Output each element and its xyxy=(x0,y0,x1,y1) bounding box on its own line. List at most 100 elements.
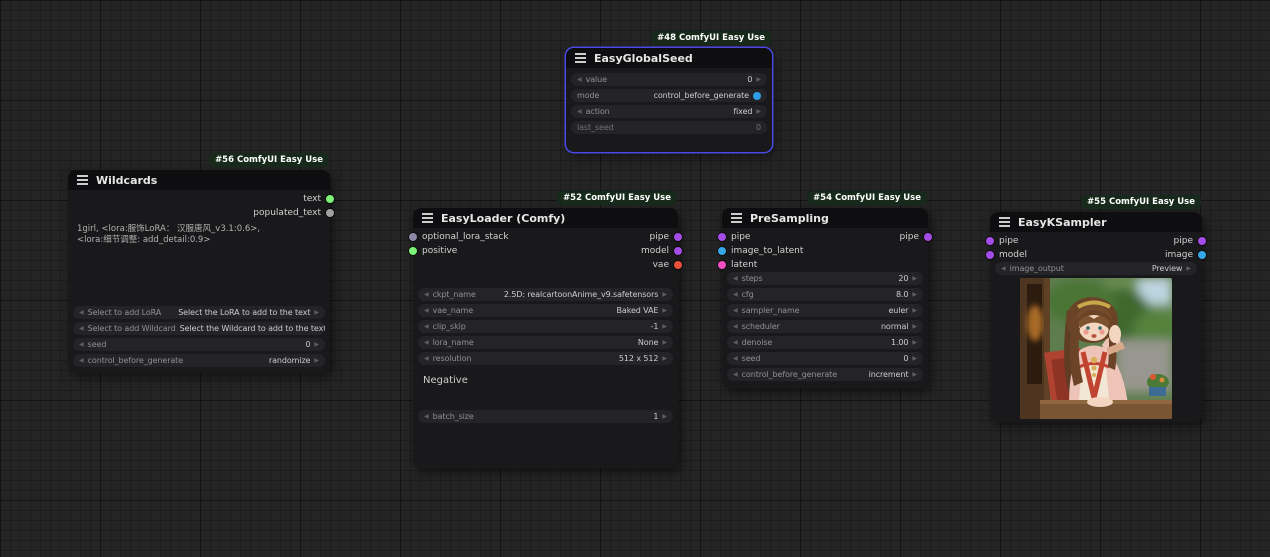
decrement-arrow-icon[interactable]: ◀ xyxy=(577,76,582,83)
decrement-arrow-icon[interactable]: ◀ xyxy=(733,323,738,330)
widget-seed[interactable]: ◀ seed 0 ▶ xyxy=(73,338,325,351)
populated_text-slot-dot[interactable] xyxy=(326,209,334,217)
increment-arrow-icon[interactable]: ▶ xyxy=(662,355,667,362)
node-presampling[interactable]: #54 ComfyUI Easy Use PreSampling pipe ima… xyxy=(718,191,932,388)
widget-lora_name[interactable]: ◀ lora_name None ▶ xyxy=(418,336,673,349)
node-easyglobalseed[interactable]: #48 ComfyUI Easy Use EasyGlobalSeed ◀ val… xyxy=(566,31,772,152)
widget-Select to add Wildcard[interactable]: ◀ Select to add Wildcard Select the Wildca… xyxy=(73,322,325,335)
prompt-text[interactable]: 1girl, <lora:服饰LoRA： 汉服唐风_v3.1:0.6>, <lo… xyxy=(68,220,330,246)
decrement-arrow-icon[interactable]: ◀ xyxy=(424,339,429,346)
pipe-slot-dot[interactable] xyxy=(986,237,994,245)
decrement-arrow-icon[interactable]: ◀ xyxy=(79,309,84,316)
decrement-arrow-icon[interactable]: ◀ xyxy=(733,355,738,362)
pipe-slot[interactable]: pipe xyxy=(718,230,803,244)
vae-slot-dot[interactable] xyxy=(674,261,682,269)
pipe-slot[interactable]: pipe xyxy=(900,230,932,244)
widget-Select to add LoRA[interactable]: ◀ Select to add LoRA Select the LoRA to ad… xyxy=(73,306,325,319)
increment-arrow-icon[interactable]: ▶ xyxy=(756,108,761,115)
decrement-arrow-icon[interactable]: ◀ xyxy=(733,371,738,378)
hamburger-menu-icon[interactable] xyxy=(575,57,586,59)
vae-slot[interactable]: vae xyxy=(641,258,682,272)
populated_text-slot[interactable]: populated_text xyxy=(253,206,334,220)
latent-slot[interactable]: latent xyxy=(718,258,803,272)
image-slot-dot[interactable] xyxy=(1198,251,1206,259)
increment-arrow-icon[interactable]: ▶ xyxy=(912,307,917,314)
model-slot-dot[interactable] xyxy=(986,251,994,259)
pipe-slot-dot[interactable] xyxy=(924,233,932,241)
widget-denoise[interactable]: ◀ denoise 1.00 ▶ xyxy=(727,336,923,349)
image_to_latent-slot-dot[interactable] xyxy=(718,247,726,255)
widget-seed[interactable]: ◀ seed 0 ▶ xyxy=(727,352,923,365)
node-header[interactable]: PreSampling xyxy=(722,208,928,228)
decrement-arrow-icon[interactable]: ◀ xyxy=(424,323,429,330)
node-header[interactable]: EasyKSampler xyxy=(990,212,1202,232)
node-header[interactable]: Wildcards xyxy=(68,170,330,190)
decrement-arrow-icon[interactable]: ◀ xyxy=(1001,265,1006,272)
pipe-slot[interactable]: pipe xyxy=(641,230,682,244)
decrement-arrow-icon[interactable]: ◀ xyxy=(733,307,738,314)
increment-arrow-icon[interactable]: ▶ xyxy=(912,291,917,298)
decrement-arrow-icon[interactable]: ◀ xyxy=(424,413,429,420)
hamburger-menu-icon[interactable] xyxy=(999,221,1010,223)
node-wildcards[interactable]: #56 ComfyUI Easy Use Wildcards text popul… xyxy=(68,153,334,373)
increment-arrow-icon[interactable]: ▶ xyxy=(662,323,667,330)
increment-arrow-icon[interactable]: ▶ xyxy=(662,339,667,346)
text-slot-dot[interactable] xyxy=(326,195,334,203)
increment-arrow-icon[interactable]: ▶ xyxy=(1186,265,1191,272)
increment-arrow-icon[interactable]: ▶ xyxy=(912,371,917,378)
decrement-arrow-icon[interactable]: ◀ xyxy=(733,275,738,282)
decrement-arrow-icon[interactable]: ◀ xyxy=(79,325,84,332)
widget-scheduler[interactable]: ◀ scheduler normal ▶ xyxy=(727,320,923,333)
hamburger-menu-icon[interactable] xyxy=(731,217,742,219)
hamburger-menu-icon[interactable] xyxy=(77,179,88,181)
widget-sampler_name[interactable]: ◀ sampler_name euler ▶ xyxy=(727,304,923,317)
widget-steps[interactable]: ◀ steps 20 ▶ xyxy=(727,272,923,285)
decrement-arrow-icon[interactable]: ◀ xyxy=(733,291,738,298)
widget-ckpt_name[interactable]: ◀ ckpt_name 2.5D: realcartoonAnime_v9.safe… xyxy=(418,288,673,301)
node-header[interactable]: EasyLoader (Comfy) xyxy=(413,208,678,228)
latent-slot-dot[interactable] xyxy=(718,261,726,269)
decrement-arrow-icon[interactable]: ◀ xyxy=(79,357,84,364)
increment-arrow-icon[interactable]: ▶ xyxy=(756,76,761,83)
positive-slot-dot[interactable] xyxy=(409,247,417,255)
widget-batch_size[interactable]: ◀ batch_size 1 ▶ xyxy=(418,410,673,423)
node-header[interactable]: EasyGlobalSeed xyxy=(566,48,772,68)
increment-arrow-icon[interactable]: ▶ xyxy=(314,309,319,316)
decrement-arrow-icon[interactable]: ◀ xyxy=(733,339,738,346)
decrement-arrow-icon[interactable]: ◀ xyxy=(424,355,429,362)
model-slot[interactable]: model xyxy=(986,248,1027,262)
widget-resolution[interactable]: ◀ resolution 512 x 512 ▶ xyxy=(418,352,673,365)
model-slot[interactable]: model xyxy=(641,244,682,258)
decrement-arrow-icon[interactable]: ◀ xyxy=(577,108,582,115)
widget-last_seed[interactable]: last_seed 0 xyxy=(571,121,767,134)
image_to_latent-slot[interactable]: image_to_latent xyxy=(718,244,803,258)
pipe-slot-dot[interactable] xyxy=(718,233,726,241)
increment-arrow-icon[interactable]: ▶ xyxy=(662,291,667,298)
model-slot-dot[interactable] xyxy=(674,247,682,255)
increment-arrow-icon[interactable]: ▶ xyxy=(912,275,917,282)
widget-mode[interactable]: mode control_before_generate xyxy=(571,89,767,102)
increment-arrow-icon[interactable]: ▶ xyxy=(314,341,319,348)
increment-arrow-icon[interactable]: ▶ xyxy=(912,323,917,330)
decrement-arrow-icon[interactable]: ◀ xyxy=(79,341,84,348)
image-slot[interactable]: image xyxy=(1165,248,1206,262)
widget-control_before_generate[interactable]: ◀ control_before_generate increment ▶ xyxy=(727,368,923,381)
positive-slot[interactable]: positive xyxy=(409,244,509,258)
widget-control_before_generate[interactable]: ◀ control_before_generate randomize ▶ xyxy=(73,354,325,367)
increment-arrow-icon[interactable]: ▶ xyxy=(662,413,667,420)
decrement-arrow-icon[interactable]: ◀ xyxy=(424,307,429,314)
mode-toggle-dot[interactable] xyxy=(753,91,761,100)
widget-action[interactable]: ◀ action fixed ▶ xyxy=(571,105,767,118)
widget-image_output[interactable]: ◀ image_output Preview ▶ xyxy=(995,262,1197,275)
pipe-slot[interactable]: pipe xyxy=(1165,234,1206,248)
optional_lora_stack-slot-dot[interactable] xyxy=(409,233,417,241)
widget-value[interactable]: ◀ value 0 ▶ xyxy=(571,73,767,86)
decrement-arrow-icon[interactable]: ◀ xyxy=(424,291,429,298)
widget-clip_skip[interactable]: ◀ clip_skip -1 ▶ xyxy=(418,320,673,333)
pipe-slot[interactable]: pipe xyxy=(986,234,1027,248)
hamburger-menu-icon[interactable] xyxy=(422,217,433,219)
increment-arrow-icon[interactable]: ▶ xyxy=(314,357,319,364)
pipe-slot-dot[interactable] xyxy=(674,233,682,241)
increment-arrow-icon[interactable]: ▶ xyxy=(662,307,667,314)
pipe-slot-dot[interactable] xyxy=(1198,237,1206,245)
